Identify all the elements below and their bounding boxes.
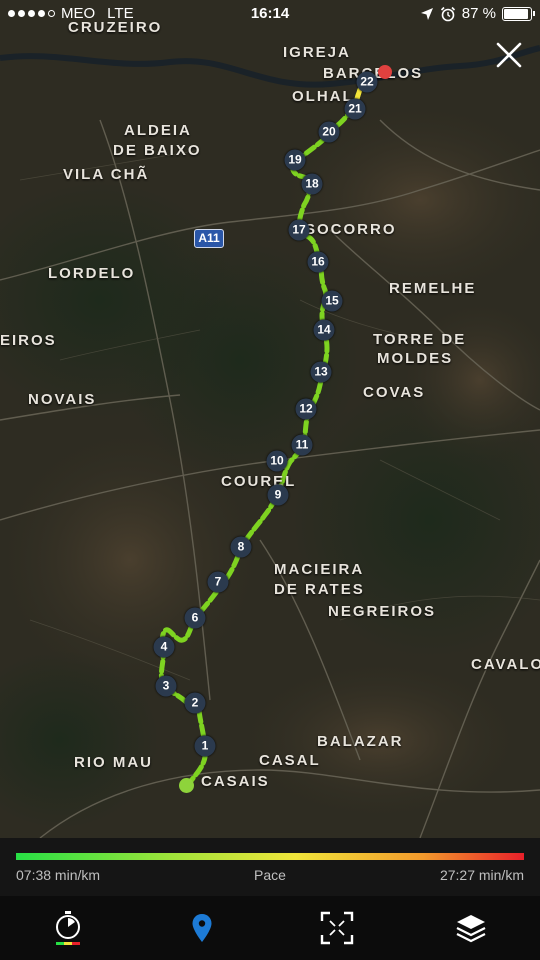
place-label: Lordelo — [48, 265, 136, 282]
place-label: Casais — [201, 773, 270, 790]
satellite-map — [0, 0, 540, 838]
km-marker[interactable]: 1 — [194, 735, 216, 757]
tab-map[interactable] — [182, 908, 222, 948]
stopwatch-icon — [56, 911, 80, 945]
place-label: eiros — [0, 332, 57, 349]
status-bar: MEO LTE 16:14 87 % — [0, 0, 540, 28]
place-label: Cavalo — [471, 656, 540, 673]
km-marker[interactable]: 18 — [301, 173, 323, 195]
km-marker[interactable]: 10 — [266, 450, 288, 472]
tab-expand[interactable] — [317, 908, 357, 948]
place-label: Negreiros — [328, 603, 437, 620]
tab-bar — [0, 896, 540, 960]
place-label: Casal — [259, 752, 321, 769]
place-label: Aldeia — [124, 122, 192, 139]
place-label: Vila Chã — [63, 166, 150, 183]
km-marker[interactable]: 9 — [267, 484, 289, 506]
place-label: Torre de — [373, 331, 467, 348]
pace-max-label: 27:27 min/km — [439, 867, 524, 883]
map-pin-icon — [192, 914, 212, 942]
location-arrow-icon — [420, 7, 433, 20]
map-view[interactable]: Cruzeiro Igreja Barcelos Olhal Aldeia de… — [0, 0, 540, 838]
place-label: Rio Mau — [74, 754, 153, 771]
km-marker[interactable]: 15 — [321, 290, 343, 312]
place-label: Socorro — [305, 221, 397, 238]
place-label: Novais — [28, 391, 97, 408]
km-marker[interactable]: 12 — [295, 398, 317, 420]
km-marker[interactable]: 20 — [318, 121, 340, 143]
place-label: Remelhe — [389, 280, 477, 297]
layers-icon — [456, 915, 486, 943]
km-marker[interactable]: 4 — [153, 636, 175, 658]
km-marker[interactable]: 16 — [307, 251, 329, 273]
place-label: Covas — [363, 384, 426, 401]
place-label: de Baixo — [113, 142, 202, 159]
km-marker[interactable]: 22 — [356, 71, 378, 93]
place-label: Balazar — [317, 733, 404, 750]
expand-icon — [320, 911, 354, 945]
alarm-clock-icon — [440, 6, 455, 21]
km-marker[interactable]: 21 — [344, 98, 366, 120]
route-end-marker[interactable] — [378, 65, 392, 79]
pace-gradient-bar — [16, 853, 524, 860]
close-icon — [496, 42, 522, 68]
km-marker[interactable]: 8 — [230, 536, 252, 558]
highway-shield: A11 — [194, 229, 224, 248]
place-label: Moldes — [377, 350, 454, 367]
place-label: de Rates — [274, 581, 365, 598]
place-label: Macieira — [274, 561, 365, 578]
pace-legend: 07:38 min/km Pace 27:27 min/km — [0, 838, 540, 896]
tab-stopwatch[interactable] — [48, 908, 88, 948]
tab-layers[interactable] — [451, 908, 491, 948]
km-marker[interactable]: 14 — [313, 319, 335, 341]
km-marker[interactable]: 2 — [184, 692, 206, 714]
km-marker[interactable]: 19 — [284, 149, 306, 171]
close-button[interactable] — [494, 40, 524, 70]
battery-percent: 87 % — [461, 5, 496, 22]
km-marker[interactable]: 3 — [155, 675, 177, 697]
km-marker[interactable]: 11 — [291, 434, 313, 456]
km-marker[interactable]: 17 — [288, 219, 310, 241]
km-marker[interactable]: 6 — [184, 607, 206, 629]
km-marker[interactable]: 7 — [207, 571, 229, 593]
place-label: Igreja — [283, 44, 351, 61]
route-start-marker[interactable] — [179, 778, 194, 793]
battery-icon — [502, 6, 535, 21]
km-marker[interactable]: 13 — [310, 361, 332, 383]
